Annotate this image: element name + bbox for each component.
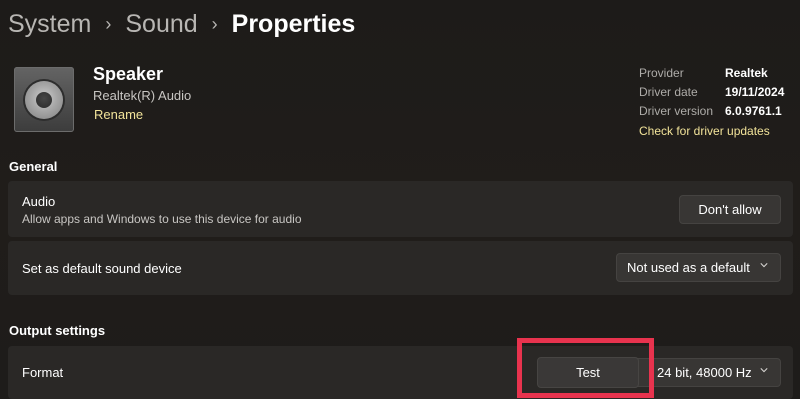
chevron-down-icon xyxy=(760,262,768,267)
default-device-dropdown[interactable]: Not used as a default xyxy=(616,253,781,282)
breadcrumb-separator-icon: › xyxy=(211,14,218,34)
speaker-icon xyxy=(14,67,74,132)
breadcrumb-system[interactable]: System xyxy=(8,10,91,39)
device-name: Speaker xyxy=(93,64,164,84)
breadcrumb-separator-icon: › xyxy=(105,14,112,34)
audio-card: Audio Allow apps and Windows to use this… xyxy=(8,181,793,237)
rename-link[interactable]: Rename xyxy=(94,107,143,122)
device-subtitle: Realtek(R) Audio xyxy=(93,88,192,103)
driver-label: Driver version xyxy=(639,104,714,118)
breadcrumb: System › Sound › Properties xyxy=(8,6,355,42)
output-settings-heading: Output settings xyxy=(9,323,106,338)
format-selected: 24 bit, 48000 Hz xyxy=(657,365,752,380)
driver-value: Realtek xyxy=(725,66,768,80)
driver-label: Driver date xyxy=(639,85,698,99)
driver-info: Provider Realtek Driver date 19/11/2024 … xyxy=(639,64,784,141)
driver-row-provider: Provider Realtek xyxy=(639,64,784,83)
general-heading: General xyxy=(9,159,58,174)
dont-allow-button[interactable]: Don't allow xyxy=(679,195,781,224)
page-title: Properties xyxy=(231,9,356,38)
format-card: Format 24 bit, 48000 Hz xyxy=(8,346,793,399)
check-driver-updates-link[interactable]: Check for driver updates xyxy=(639,122,784,141)
audio-label: Audio xyxy=(22,194,56,209)
driver-row-version: Driver version 6.0.9761.1 xyxy=(639,102,784,121)
audio-description: Allow apps and Windows to use this devic… xyxy=(22,212,302,226)
driver-label: Provider xyxy=(639,66,684,80)
breadcrumb-sound[interactable]: Sound xyxy=(125,10,197,39)
speaker-dust-cap xyxy=(36,92,52,108)
speaker-cone xyxy=(25,81,63,119)
format-label: Format xyxy=(22,365,64,380)
default-device-card: Set as default sound device Not used as … xyxy=(8,241,793,295)
driver-value: 6.0.9761.1 xyxy=(725,104,782,118)
default-device-label: Set as default sound device xyxy=(22,261,182,276)
driver-value: 19/11/2024 xyxy=(725,85,785,99)
properties-page: System › Sound › Properties Speaker Real… xyxy=(0,0,800,399)
driver-row-date: Driver date 19/11/2024 xyxy=(639,83,784,102)
default-device-selected: Not used as a default xyxy=(627,260,750,275)
chevron-down-icon xyxy=(760,367,768,372)
test-button[interactable]: Test xyxy=(537,357,639,388)
